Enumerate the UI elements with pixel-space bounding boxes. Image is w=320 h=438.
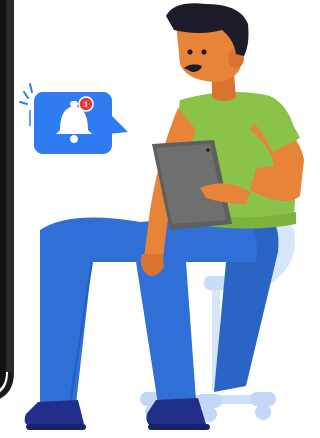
notification-badge: 1 [78, 96, 94, 112]
phone-frame [0, 0, 14, 399]
head [166, 3, 249, 82]
notification-bubble: 1 [19, 83, 128, 154]
man [24, 3, 304, 430]
shoe-left [24, 400, 86, 430]
badge-count: 1 [84, 102, 88, 109]
man-with-tablet-illustration: 1 [0, 0, 304, 430]
